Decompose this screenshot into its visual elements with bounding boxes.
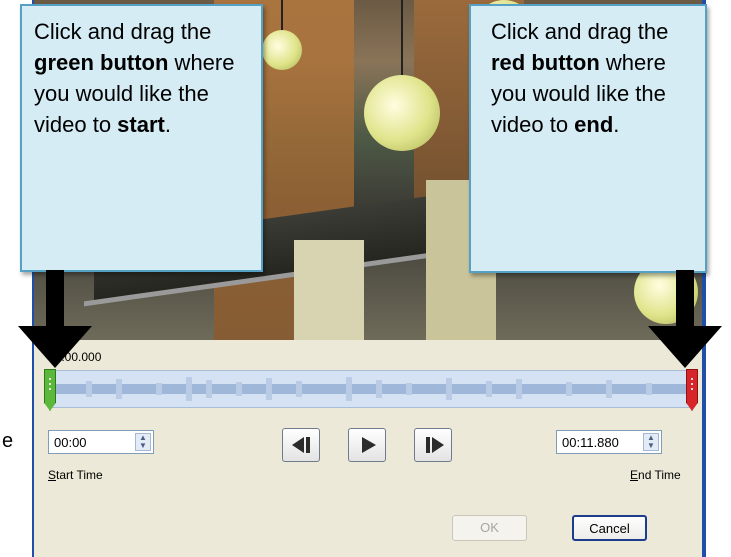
callout-text: Click and drag the — [34, 19, 212, 44]
cancel-button[interactable]: Cancel — [572, 515, 647, 541]
trim-controls-panel: 00:00.000 00:00 ▲ ▼ Start Time 00:11.880… — [34, 340, 702, 557]
end-time-field[interactable]: 00:11.880 ▲ ▼ — [556, 430, 662, 454]
end-trim-handle[interactable] — [686, 369, 698, 411]
start-instruction-callout: Click and drag the green button where yo… — [20, 4, 263, 272]
ok-button[interactable]: OK — [452, 515, 527, 541]
end-time-value[interactable]: 00:11.880 — [562, 435, 619, 450]
end-time-label: End Time — [630, 468, 681, 482]
next-frame-button[interactable] — [414, 428, 452, 462]
end-instruction-callout: Click and drag the red button where you … — [469, 4, 707, 273]
play-icon — [362, 437, 376, 453]
waveform — [49, 377, 693, 401]
callout-emphasis: end — [574, 112, 614, 137]
callout-emphasis: red button — [491, 50, 600, 75]
arrow-down-icon — [648, 270, 722, 368]
callout-text: . — [613, 112, 620, 137]
spinner-arrows-icon[interactable]: ▲ ▼ — [135, 433, 151, 451]
end-time-label-text: nd Time — [638, 468, 681, 482]
next-frame-icon — [426, 437, 444, 453]
callout-emphasis: start — [117, 112, 165, 137]
start-time-field[interactable]: 00:00 ▲ ▼ — [48, 430, 154, 454]
arrow-down-icon — [18, 270, 92, 368]
start-time-label: Start Time — [48, 468, 103, 482]
spinner-arrows-icon[interactable]: ▲ ▼ — [643, 433, 659, 451]
start-time-label-text: tart Time — [56, 468, 103, 482]
callout-text: . — [164, 112, 171, 137]
callout-text: Click and drag the — [491, 19, 669, 44]
play-button[interactable] — [348, 428, 386, 462]
callout-emphasis: green button — [34, 50, 169, 75]
start-time-value[interactable]: 00:00 — [54, 435, 87, 450]
start-trim-handle[interactable] — [44, 369, 56, 411]
previous-frame-icon — [292, 437, 310, 453]
stray-text: e — [2, 430, 14, 452]
audio-waveform-timeline[interactable] — [44, 369, 698, 411]
previous-frame-button[interactable] — [282, 428, 320, 462]
